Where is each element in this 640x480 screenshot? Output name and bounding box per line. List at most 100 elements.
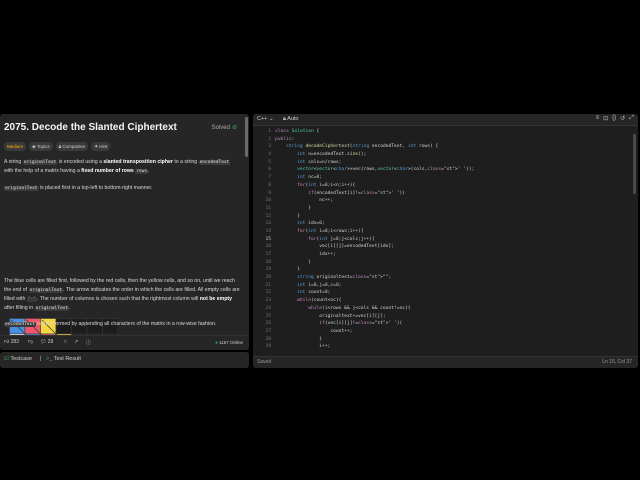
lightbulb-icon: ✦ <box>94 144 99 150</box>
code-line[interactable]: } <box>275 205 628 213</box>
testcase-tab[interactable]: ☑ Testcase <box>4 356 32 362</box>
feedback-button[interactable]: ⓘ <box>86 339 91 346</box>
inline-code: originalText <box>34 306 70 311</box>
line-number: 8 <box>268 182 271 188</box>
like-button[interactable]: 👍︎ 283 <box>4 339 19 345</box>
code-line[interactable]: int cols=n/rows; <box>275 159 628 167</box>
code-area[interactable]: class Solution {public: string decodeCip… <box>275 128 628 351</box>
editor-statusbar: Saved Ln 15, Col 37 <box>253 356 638 368</box>
text: A string <box>4 159 23 165</box>
share-button[interactable]: ↗ <box>74 339 78 345</box>
share-icon: ↗ <box>74 339 79 345</box>
reset-icon[interactable]: ↺ <box>620 115 625 122</box>
editor-toolbar: C++ ⌄ 🔒︎ Auto ≡ ⊡ {} ↺ ⤢ <box>253 114 638 126</box>
code-line[interactable]: nc++; <box>275 197 628 205</box>
difficulty-tag[interactable]: Medium <box>4 142 27 151</box>
online-count: ● 1167 Online <box>215 340 243 345</box>
hint-tag[interactable]: ✦Hint <box>91 142 111 151</box>
test-result-tab[interactable]: >_ Test Result <box>46 356 81 362</box>
code-line[interactable]: int i=0,j=0,c=0; <box>275 282 628 290</box>
code-line[interactable]: } <box>275 259 628 267</box>
line-number: 20 <box>265 275 271 281</box>
line-number: 9 <box>268 190 271 196</box>
topics-tag[interactable]: ◈Topics <box>29 142 53 151</box>
description-paragraph-3: The blue cells are filled first, followe… <box>4 277 240 313</box>
expand-icon[interactable]: ⤢ <box>629 115 634 122</box>
dislike-button[interactable]: 👎︎ <box>28 339 33 345</box>
line-number: 5 <box>268 159 271 165</box>
chevron-down-icon: ⌄ <box>268 116 274 122</box>
bookmark-icon[interactable]: ⊡ <box>603 115 608 122</box>
line-number: 16 <box>265 244 271 250</box>
braces-icon[interactable]: {} <box>612 115 616 122</box>
comments-button[interactable]: 💬︎ 29 <box>40 339 53 345</box>
text: . <box>69 305 71 311</box>
code-line[interactable]: public: <box>275 136 628 144</box>
terminal-icon: >_ <box>46 356 53 362</box>
code-line[interactable]: while(count<nc){ <box>275 297 628 305</box>
line-number: 21 <box>265 282 271 288</box>
code-line[interactable]: int nc=0; <box>275 174 628 182</box>
notes-icon[interactable]: ≡ <box>596 115 600 122</box>
hint-label: Hint <box>99 144 108 149</box>
text: . The number of columns is chosen such t… <box>36 296 200 302</box>
code-line[interactable]: int n=encodedText.size(); <box>275 151 628 159</box>
problem-footer: 👍︎ 283 👎︎ 💬︎ 29 ☆ ↗ ⓘ ● 1167 Online <box>0 335 249 350</box>
inline-code: encodedText <box>198 160 231 165</box>
text: after filling in <box>4 305 35 311</box>
testcase-label: Testcase <box>10 356 33 362</box>
code-line[interactable]: for(int i=0;i<n;i++){ <box>275 182 628 190</box>
code-line[interactable]: string originaltext=class="st">""; <box>275 274 628 282</box>
code-line[interactable]: if(encodedText[i]!=class="st">' ')( <box>275 190 628 198</box>
solved-label: Solved <box>211 125 230 131</box>
code-line[interactable]: if(vec[i][j]!=class="st">' ')( <box>275 320 628 328</box>
code-line[interactable]: for(int j=0;j<cols;j++){ <box>275 236 628 244</box>
inline-code: ' ' <box>26 297 37 302</box>
inline-code: originalText <box>4 186 39 191</box>
code-line[interactable]: i++; <box>275 343 628 351</box>
inline-code: originalText <box>22 160 58 165</box>
code-line[interactable]: } <box>275 213 628 221</box>
toolbar-icons: ≡ ⊡ {} ↺ ⤢ <box>596 115 634 122</box>
tag-icon: ◈ <box>32 144 36 150</box>
code-line[interactable]: int idx=0; <box>275 220 628 228</box>
code-line[interactable]: string decodeCiphertext(string encodedTe… <box>275 143 628 151</box>
code-line[interactable]: vector<vector<char>>vec(rows,vector<char… <box>275 166 628 174</box>
bold-text: slanted transposition cipher <box>103 159 173 165</box>
auto-mode[interactable]: 🔒︎ Auto <box>283 116 299 123</box>
code-line[interactable]: } <box>275 266 628 274</box>
line-number: 7 <box>268 175 271 181</box>
title-row: 2075. Decode the Slanted Ciphertext Solv… <box>4 122 239 136</box>
language-select[interactable]: C++ ⌄ <box>257 116 274 122</box>
code-line[interactable]: originaltext+=vec[i][j]; <box>275 313 628 321</box>
code-line[interactable]: count++; <box>275 328 628 336</box>
description-paragraph-2: originalText is placed first in a top-le… <box>4 184 240 193</box>
line-number: 12 <box>265 213 271 219</box>
mode-label: Auto <box>287 116 299 122</box>
code-line[interactable]: idx++; <box>275 251 628 259</box>
problem-scrollbar[interactable] <box>245 117 248 157</box>
thumbs-down-icon: 👎︎ <box>28 339 34 345</box>
text: . <box>148 168 150 174</box>
favorite-button[interactable]: ☆ <box>63 339 67 345</box>
line-number: 10 <box>265 198 271 204</box>
code-line[interactable]: vec[i][j]=encodedText[idx]; <box>275 243 628 251</box>
online-label: 1167 Online <box>219 340 243 345</box>
line-number: 6 <box>268 167 271 173</box>
code-line[interactable]: int count=0; <box>275 289 628 297</box>
code-line[interactable]: while(i<rows && j<cols && count!=nc){ <box>275 305 628 313</box>
text: is placed first in a top-left to bottom-… <box>38 185 153 191</box>
code-line[interactable]: class Solution { <box>275 128 628 136</box>
line-number: 25 <box>265 313 271 319</box>
testcase-bar: ☑ Testcase | >_ Test Result <box>0 352 249 368</box>
text: is encoded using a <box>57 159 104 165</box>
code-line[interactable]: } <box>275 336 628 344</box>
code-line[interactable]: for(int i=0;i<rows;i++){ <box>275 228 628 236</box>
app-root: 2075. Decode the Slanted Ciphertext Solv… <box>0 0 640 480</box>
text: is then formed by appending all characte… <box>35 321 217 327</box>
editor-scrollbar[interactable] <box>633 134 636 194</box>
companies-tag[interactable]: 🔒︎Companies <box>55 142 89 151</box>
line-number: 19 <box>265 267 271 273</box>
inline-code: rows <box>135 169 149 174</box>
save-status: Saved <box>257 359 272 365</box>
